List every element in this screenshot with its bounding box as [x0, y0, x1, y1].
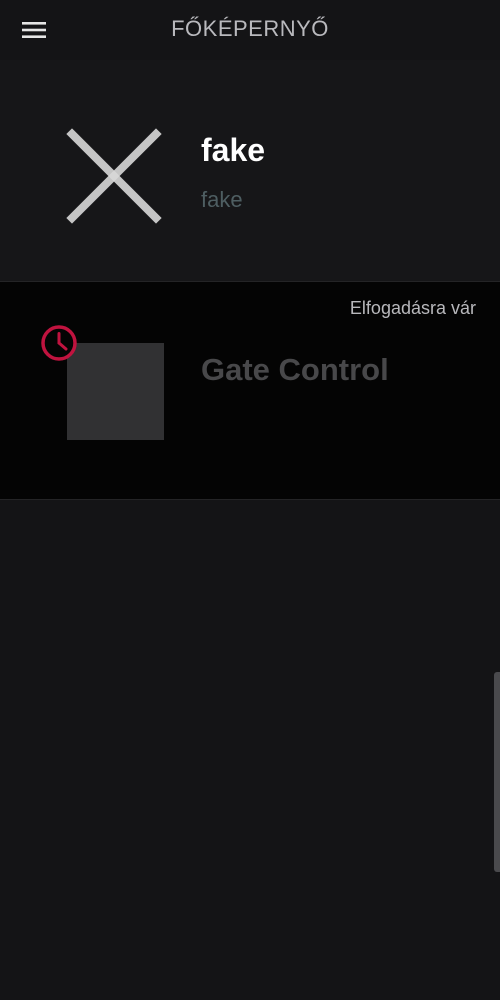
device-status-label: Elfogadásra vár: [349, 298, 476, 318]
top-app-bar: FŐKÉPERNYŐ: [0, 0, 500, 60]
clock-icon: [41, 325, 77, 361]
profile-card: fake fake: [0, 60, 500, 282]
device-name: Gate Control: [201, 352, 389, 387]
profile-subtitle: fake: [201, 187, 243, 212]
scrollbar[interactable]: [494, 672, 500, 872]
page-title: FŐKÉPERNYŐ: [171, 16, 329, 41]
device-thumbnail: [67, 343, 164, 440]
profile-name: fake: [201, 132, 266, 168]
close-x-icon: [66, 128, 162, 224]
device-card-gate-control[interactable]: Elfogadásra vár Gate Control: [0, 282, 500, 500]
app-screen: FŐKÉPERNYŐ fake fake Elfogadásra vár Gat…: [0, 0, 500, 1000]
